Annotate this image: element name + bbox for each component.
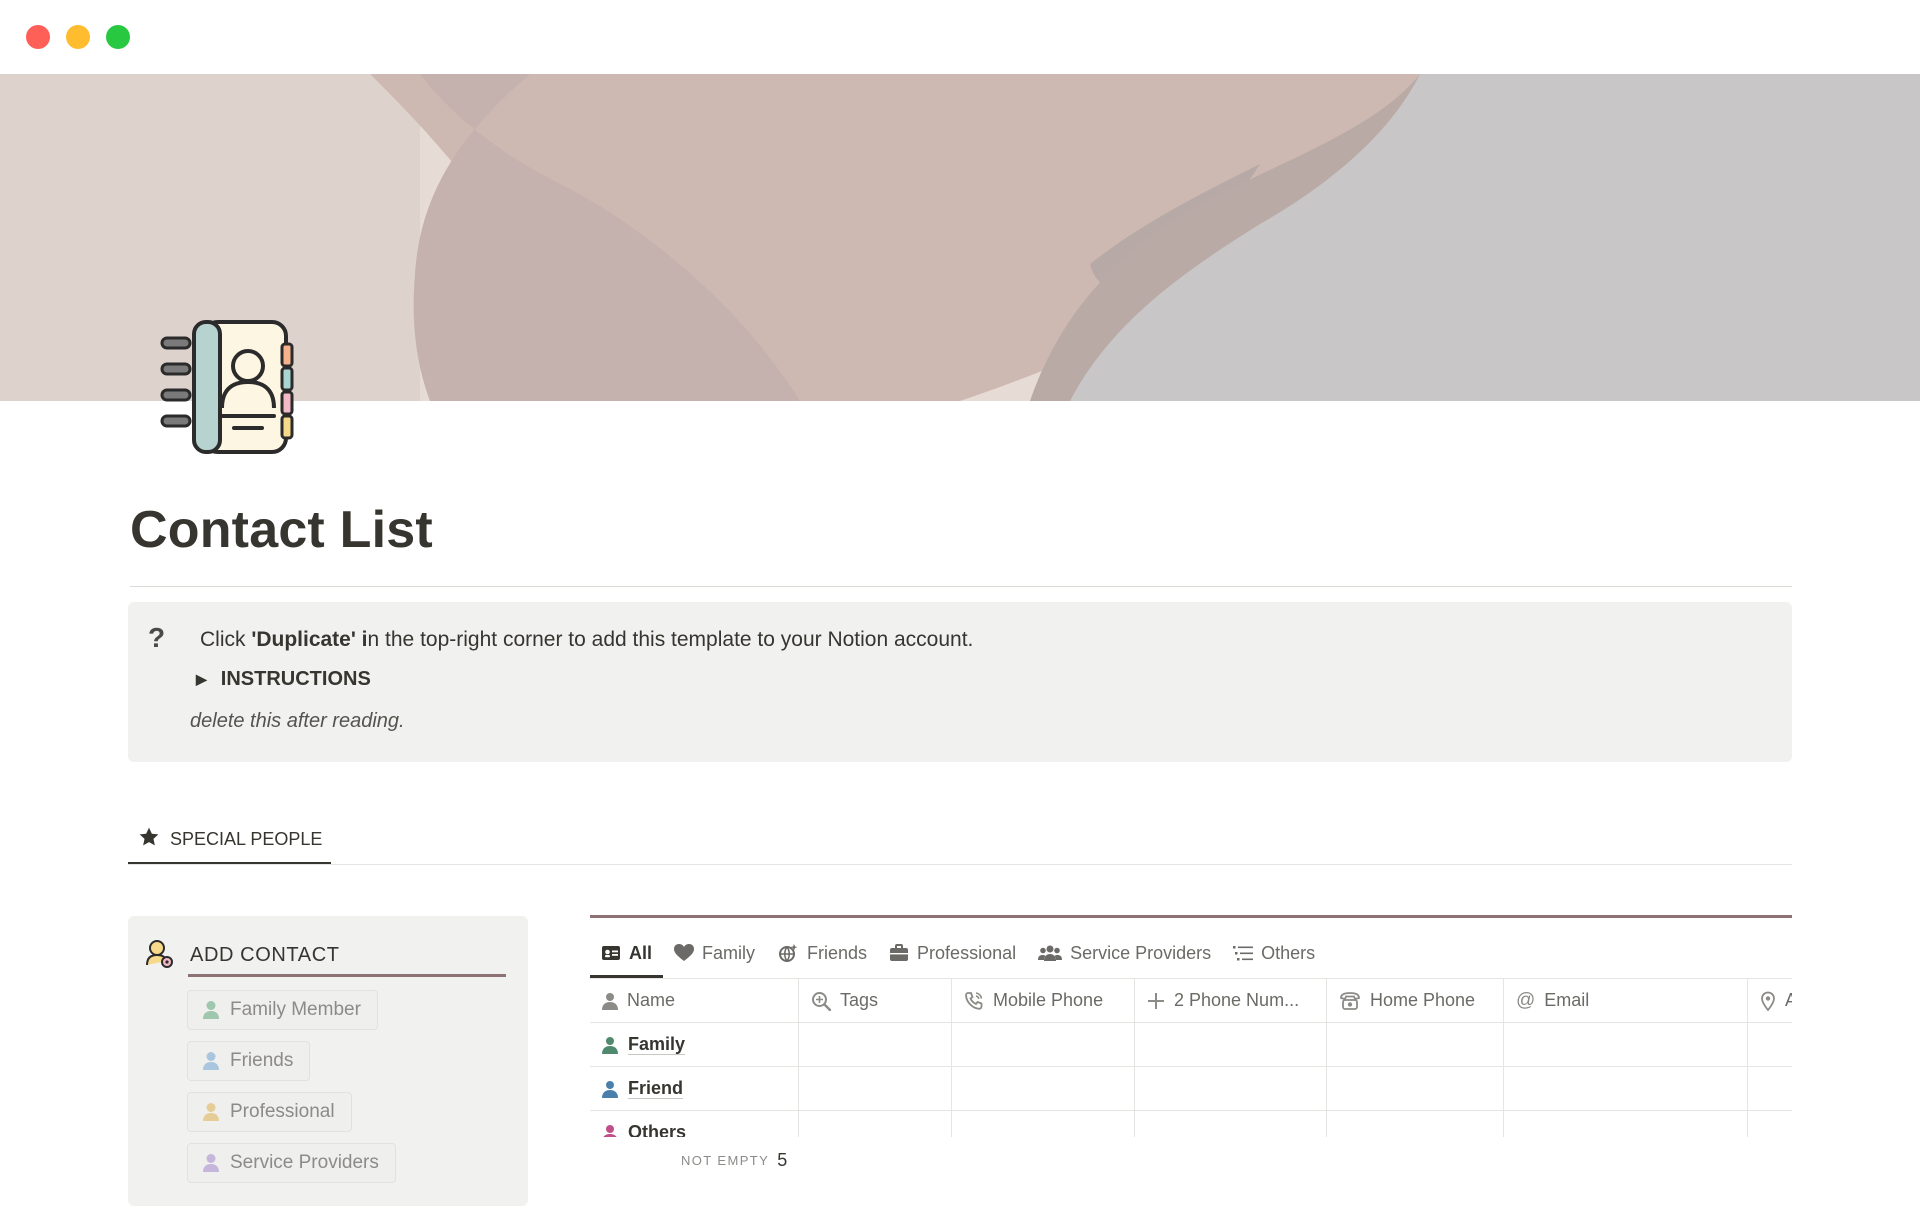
instructions-callout xyxy=(128,602,1792,762)
person-icon xyxy=(203,1154,219,1172)
page-title[interactable]: Contact List xyxy=(130,500,433,560)
view-tab-others[interactable]: Others xyxy=(1222,938,1326,968)
add-contact-title: ADD CONTACT xyxy=(190,944,340,966)
row-home-phone-cell[interactable] xyxy=(1327,1111,1504,1137)
table-row[interactable]: Family xyxy=(590,1023,1792,1067)
view-tab-professional[interactable]: Professional xyxy=(878,938,1027,968)
table-row[interactable]: Friend xyxy=(590,1067,1792,1111)
row-tags-cell[interactable] xyxy=(799,1023,952,1066)
at-icon: @ xyxy=(1516,989,1536,1011)
column-header-home-phone[interactable]: Home Phone xyxy=(1327,979,1504,1022)
row-2-phone-numbers-cell[interactable] xyxy=(1135,1111,1327,1137)
home-phone-icon xyxy=(1340,991,1360,1010)
column-header-tags[interactable]: Tags xyxy=(799,979,952,1022)
column-calculation[interactable]: NOT EMPTY 5 xyxy=(681,1150,787,1171)
toggle-arrow-icon[interactable]: ▶ xyxy=(196,671,207,688)
column-header-address[interactable]: A xyxy=(1748,979,1792,1022)
search-tag-icon xyxy=(812,991,831,1011)
contact-book-icon[interactable] xyxy=(158,318,294,456)
view-tab-friends[interactable]: Friends xyxy=(766,938,878,968)
calculation-label: NOT EMPTY xyxy=(681,1153,770,1168)
people-group-icon xyxy=(1038,945,1063,961)
briefcase-icon xyxy=(890,944,909,961)
row-email-cell[interactable] xyxy=(1504,1067,1748,1110)
row-name-cell[interactable]: Friend xyxy=(590,1067,799,1110)
add-professional-button[interactable]: Professional xyxy=(187,1092,352,1132)
column-header-email[interactable]: @ Email xyxy=(1504,979,1748,1022)
column-header-mobile-phone[interactable]: Mobile Phone xyxy=(952,979,1135,1022)
row-tags-cell[interactable] xyxy=(799,1067,952,1110)
person-icon xyxy=(603,1124,617,1137)
title-divider xyxy=(130,586,1792,587)
person-icon xyxy=(203,1103,219,1121)
calculation-value: 5 xyxy=(777,1150,788,1170)
row-name-cell[interactable]: Others xyxy=(590,1111,799,1137)
row-email-cell[interactable] xyxy=(1504,1023,1748,1066)
friends-icon xyxy=(779,944,798,962)
row-mobile-phone-cell[interactable] xyxy=(952,1067,1135,1110)
person-icon xyxy=(602,1080,618,1098)
column-header-2-phone-numbers[interactable]: 2 Phone Num... xyxy=(1135,979,1327,1022)
person-icon xyxy=(602,992,618,1010)
row-home-phone-cell[interactable] xyxy=(1327,1023,1504,1066)
person-icon xyxy=(203,1052,219,1070)
view-tab-service-providers[interactable]: Service Providers xyxy=(1027,938,1222,968)
view-tab-all[interactable]: All xyxy=(590,938,663,968)
minimize-window-button[interactable] xyxy=(66,25,90,49)
add-friends-button[interactable]: Friends xyxy=(187,1041,311,1081)
callout-note: delete this after reading. xyxy=(190,710,405,732)
section-divider xyxy=(128,864,1792,865)
add-contact-header: ADD CONTACT xyxy=(144,938,340,973)
column-header-name[interactable]: Name xyxy=(590,979,799,1022)
table-header-row: Name Tags Mobile Phone 2 Phone Num... Ho… xyxy=(590,979,1792,1023)
database-view-tabs: All Family Friends Professional Service … xyxy=(590,938,1326,968)
table-row[interactable]: Others xyxy=(590,1111,1792,1137)
row-email-cell[interactable] xyxy=(1504,1111,1748,1137)
plus-icon xyxy=(1148,992,1164,1009)
list-icon xyxy=(1233,946,1254,961)
row-mobile-phone-cell[interactable] xyxy=(952,1111,1135,1137)
add-service-providers-button[interactable]: Service Providers xyxy=(187,1143,396,1183)
row-2-phone-numbers-cell[interactable] xyxy=(1135,1067,1327,1110)
question-mark-icon[interactable]: ? xyxy=(148,622,165,654)
instructions-toggle[interactable]: ▶ INSTRUCTIONS xyxy=(196,668,371,691)
star-icon xyxy=(138,826,160,853)
window-titlebar xyxy=(0,0,1920,74)
database-top-border xyxy=(590,915,1792,918)
row-mobile-phone-cell[interactable] xyxy=(952,1023,1135,1066)
add-contact-divider xyxy=(188,974,506,977)
callout-text: Click 'Duplicate' in the top-right corne… xyxy=(200,628,974,651)
contacts-table: Name Tags Mobile Phone 2 Phone Num... Ho… xyxy=(590,979,1792,1137)
toggle-label: INSTRUCTIONS xyxy=(220,668,371,690)
tab-special-people[interactable]: SPECIAL PEOPLE xyxy=(138,826,322,853)
close-window-button[interactable] xyxy=(26,25,50,49)
location-pin-icon xyxy=(1761,991,1775,1011)
heart-icon xyxy=(674,944,695,961)
contact-card-icon xyxy=(602,946,620,960)
person-icon xyxy=(602,1036,618,1054)
tab-label: SPECIAL PEOPLE xyxy=(170,829,323,849)
phone-icon xyxy=(965,991,983,1010)
add-user-icon xyxy=(144,938,174,973)
row-home-phone-cell[interactable] xyxy=(1327,1067,1504,1110)
row-name-cell[interactable]: Family xyxy=(590,1023,799,1066)
row-tags-cell[interactable] xyxy=(799,1111,952,1137)
row-2-phone-numbers-cell[interactable] xyxy=(1135,1023,1327,1066)
person-icon xyxy=(203,1001,219,1019)
view-tab-family[interactable]: Family xyxy=(663,938,766,968)
maximize-window-button[interactable] xyxy=(106,25,130,49)
add-family-member-button[interactable]: Family Member xyxy=(187,990,378,1030)
